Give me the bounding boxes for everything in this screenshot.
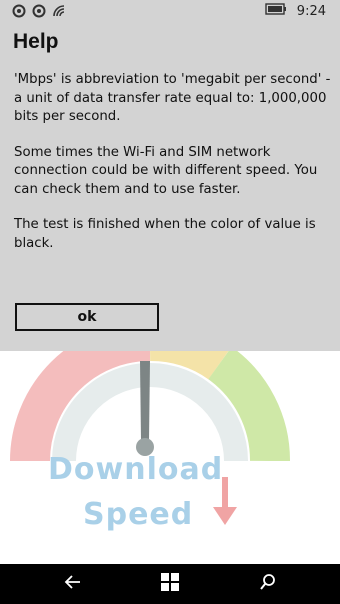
- navigation-bar: [0, 564, 340, 604]
- help-paragraph: The test is finished when the color of v…: [14, 217, 316, 251]
- notification-icon: [12, 3, 26, 22]
- battery-icon: [265, 3, 287, 19]
- status-icons-right: 9:24: [265, 3, 326, 19]
- windows-start-icon: [160, 572, 180, 596]
- dialog-title: Help: [13, 30, 59, 53]
- status-time: 9:24: [296, 3, 326, 19]
- wifi-icon: [52, 3, 68, 22]
- status-bar: 9:24: [0, 0, 340, 22]
- ok-button[interactable]: ok: [15, 303, 159, 331]
- search-button[interactable]: [256, 572, 280, 596]
- status-icons-left: [12, 3, 68, 22]
- help-dialog: Help 'Mbps' is abbreviation to 'megabit …: [0, 22, 340, 351]
- down-arrow-icon: [210, 477, 240, 531]
- back-icon: [64, 574, 82, 594]
- speedometer-icon: [10, 351, 291, 461]
- download-word: Download: [48, 452, 224, 487]
- back-button[interactable]: [61, 572, 85, 596]
- notification-icon: [32, 3, 46, 22]
- help-paragraph: Some times the Wi-Fi and SIM network con…: [14, 144, 318, 197]
- start-button[interactable]: [158, 572, 182, 596]
- dialog-body: 'Mbps' is abbreviation to 'megabit per s…: [14, 71, 334, 270]
- background-art: Download Speed: [0, 351, 340, 564]
- help-paragraph: 'Mbps' is abbreviation to 'megabit per s…: [14, 72, 331, 124]
- speed-word: Speed: [83, 497, 194, 532]
- search-icon: [259, 573, 277, 595]
